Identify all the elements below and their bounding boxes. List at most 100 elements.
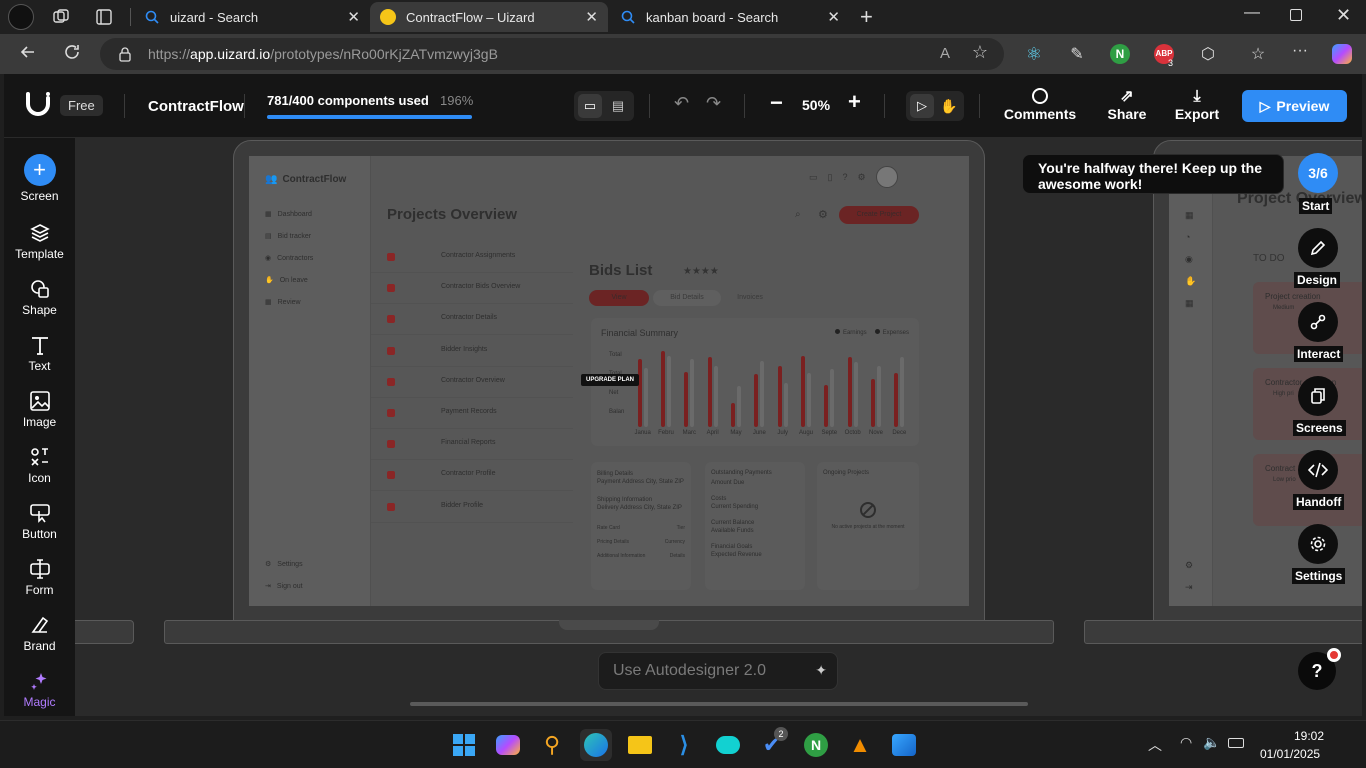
zoom-in-button[interactable]: + — [848, 89, 861, 115]
zoom-out-button[interactable]: − — [770, 90, 783, 116]
sidebar-item-screen[interactable]: + Screen — [4, 154, 75, 203]
horizontal-scrollbar[interactable] — [410, 702, 1028, 706]
chat-app-icon[interactable] — [712, 729, 744, 761]
back-icon[interactable] — [18, 42, 38, 67]
sidebar-item-shape[interactable]: Shape — [4, 278, 75, 317]
close-tab-icon[interactable]: ✕ — [347, 8, 360, 26]
step-handoff-button[interactable] — [1298, 450, 1338, 490]
uizard-logo-icon[interactable] — [24, 92, 52, 121]
step-label-start[interactable]: Start — [1299, 198, 1333, 214]
browser-tab-contractflow[interactable]: ContractFlow – Uizard ✕ — [370, 2, 608, 32]
comments-button[interactable]: Comments — [1004, 88, 1076, 122]
close-tab-icon[interactable]: ✕ — [585, 8, 598, 26]
checkbox-checked-icon — [387, 377, 395, 386]
step-screens-button[interactable] — [1298, 376, 1338, 416]
select-cursor-icon[interactable]: ▷ — [910, 94, 934, 118]
more-menu-icon[interactable]: ··· — [1290, 43, 1310, 64]
sidebar-item-button[interactable]: Button — [4, 502, 75, 541]
copilot-icon[interactable] — [1332, 44, 1352, 64]
plan-badge[interactable]: Free — [60, 95, 103, 116]
close-tab-icon[interactable]: ✕ — [827, 8, 840, 26]
node-app-icon[interactable]: N — [800, 729, 832, 761]
sidebar-item-magic[interactable]: Magic — [4, 670, 75, 709]
sidebar-item-text[interactable]: Text — [4, 334, 75, 373]
wifi-icon[interactable]: ◠ — [1180, 734, 1192, 751]
step-label-handoff[interactable]: Handoff — [1293, 494, 1345, 510]
desktop-view-icon[interactable]: ▭ — [578, 94, 602, 118]
browser-tab-kanban-search[interactable]: kanban board - Search ✕ — [610, 2, 850, 32]
sparkle-icon[interactable]: ✦ — [815, 662, 827, 679]
step-label-design[interactable]: Design — [1294, 272, 1341, 288]
file-explorer-icon[interactable] — [624, 729, 656, 761]
tutorial-progress-circle[interactable]: 3/6 — [1298, 153, 1338, 193]
sidebar-item-icon[interactable]: Icon — [4, 446, 75, 485]
favorites-icon[interactable]: ☆ — [1248, 44, 1268, 64]
start-windows-icon[interactable] — [448, 729, 480, 761]
undo-icon[interactable]: ↶ — [674, 93, 689, 114]
step-settings-button[interactable] — [1298, 524, 1338, 564]
vlc-icon[interactable]: ▲ — [844, 729, 876, 761]
profile-avatar[interactable] — [8, 4, 34, 30]
help-icon: ? — [842, 172, 848, 182]
tab-actions-icon[interactable] — [95, 8, 113, 26]
sidebar-item-brand[interactable]: Brand — [4, 614, 75, 653]
minimize-button[interactable]: — — [1244, 4, 1260, 22]
no-entry-icon — [860, 502, 876, 518]
lock-icon[interactable] — [118, 46, 132, 65]
browser-tab-uizard-search[interactable]: uizard - Search ✕ — [134, 2, 370, 32]
sidebar-item-template[interactable]: Template — [4, 222, 75, 261]
mockup-project-list: Contractor Assignments Contractor Bids Ov… — [371, 242, 573, 606]
edge-browser-icon[interactable] — [580, 729, 612, 761]
vscode-icon[interactable]: ⟩ — [668, 729, 700, 761]
preview-button[interactable]: ▷ Preview — [1242, 90, 1347, 122]
chart-bar-earnings — [777, 365, 782, 427]
node-extension-icon[interactable]: N — [1110, 44, 1130, 64]
y-label: Total — [609, 352, 622, 358]
step-label-screens[interactable]: Screens — [1293, 420, 1346, 436]
step-interact-button[interactable] — [1298, 302, 1338, 342]
editor-top-bar: Free ContractFlow 781/400 components use… — [4, 74, 1362, 138]
refresh-icon[interactable] — [62, 42, 82, 67]
mobile-view-icon[interactable]: ▤ — [606, 94, 630, 118]
restore-button[interactable] — [1290, 9, 1302, 21]
hand-tool-icon[interactable]: ✋ — [937, 94, 961, 118]
clock-time[interactable]: 19:02 — [1294, 729, 1324, 743]
workspaces-icon[interactable] — [52, 8, 70, 26]
share-button[interactable]: ⇗ Share — [1098, 88, 1156, 122]
zoom-level[interactable]: 50% — [802, 97, 830, 113]
view-mode-toggle: ▭ ▤ — [574, 91, 634, 121]
show-hidden-icons[interactable]: ︿ — [1148, 735, 1162, 755]
design-canvas[interactable]: 👥 ContractFlow ▦ Dashboard ▤ Bid tracker ◉… — [75, 138, 1362, 716]
read-aloud-icon[interactable]: A — [940, 45, 950, 62]
extensions-puzzle-icon[interactable]: ⬡ — [1198, 44, 1218, 64]
battery-icon[interactable] — [1228, 738, 1244, 748]
screen-contractflow[interactable]: 👥 ContractFlow ▦ Dashboard ▤ Bid tracker ◉… — [249, 156, 969, 606]
sidebar-item-image[interactable]: Image — [4, 390, 75, 429]
outstanding-line: Expected Revenue — [711, 552, 762, 558]
outstanding-line: Costs — [711, 496, 727, 502]
nav-grid-icon: ▦ — [1185, 210, 1194, 220]
clock-date[interactable]: 01/01/2025 — [1260, 747, 1320, 761]
color-picker-icon[interactable]: ✎ — [1067, 44, 1087, 64]
copilot-taskbar-icon[interactable] — [492, 729, 524, 761]
mockup-list-item: Contractor Assignments — [371, 242, 573, 273]
react-devtools-icon[interactable]: ⚛ — [1024, 44, 1044, 64]
url-field[interactable]: https://app.uizard.io/prototypes/nRo00rK… — [100, 38, 1004, 70]
new-tab-button[interactable]: + — [860, 4, 873, 30]
export-button[interactable]: ⤓ Export — [1166, 88, 1228, 122]
step-label-interact[interactable]: Interact — [1294, 346, 1344, 362]
sidebar-item-form[interactable]: Form — [4, 558, 75, 597]
close-window-button[interactable]: ✕ — [1336, 5, 1351, 26]
step-label-settings[interactable]: Settings — [1292, 568, 1346, 584]
photos-app-icon[interactable] — [888, 729, 920, 761]
step-design-button[interactable] — [1298, 228, 1338, 268]
project-name[interactable]: ContractFlow — [148, 98, 244, 115]
chart-bar-expenses — [807, 372, 811, 427]
redo-icon[interactable]: ↷ — [706, 93, 721, 114]
upgrade-plan-badge[interactable]: UPGRADE PLAN — [581, 374, 640, 386]
autodesigner-input[interactable]: Use Autodesigner 2.0 ✦ — [598, 652, 838, 690]
volume-icon[interactable]: 🔈 — [1203, 734, 1220, 751]
favorite-star-icon[interactable]: ☆ — [972, 42, 988, 63]
chart-x-tick-label: June — [752, 430, 766, 436]
search-taskbar-icon[interactable]: ⚲ — [536, 729, 568, 761]
